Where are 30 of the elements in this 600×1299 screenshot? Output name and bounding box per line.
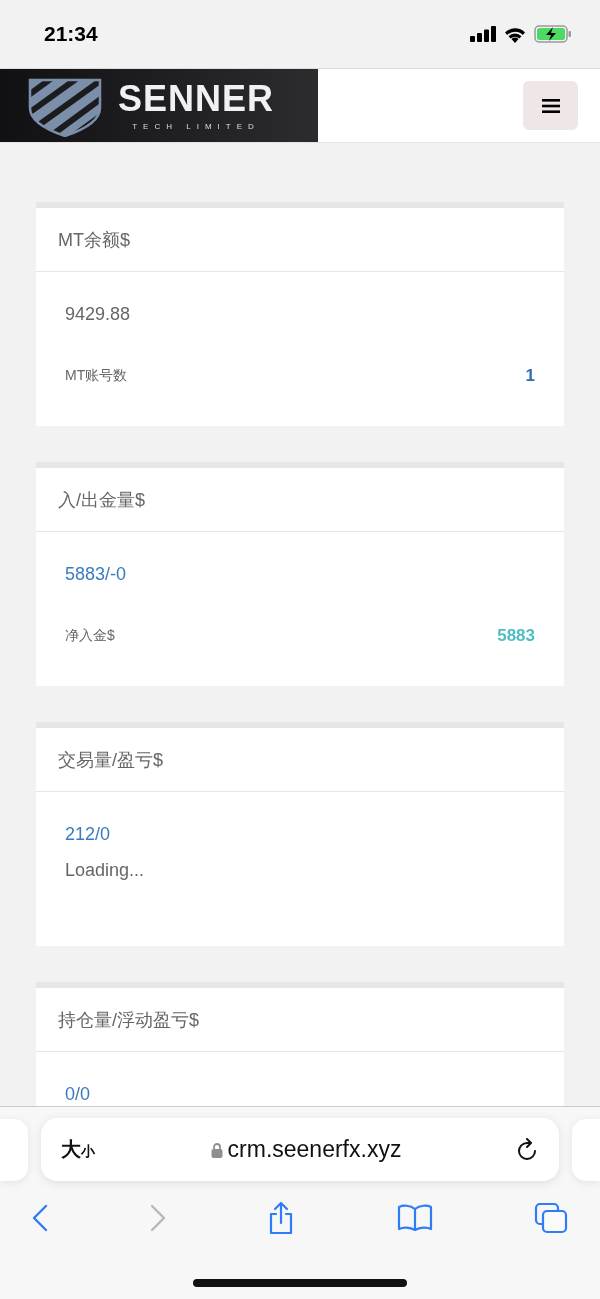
card-value: 0/0 <box>65 1083 91 1106</box>
stat-label: MT账号数 <box>65 367 128 385</box>
card-title: 入/出金量$ <box>58 488 145 512</box>
menu-icon <box>541 98 560 113</box>
stat-value: 5883 <box>497 626 535 646</box>
url-text: crm.seenerfx.xyz <box>227 1136 402 1163</box>
card-title: MT余额$ <box>58 228 130 252</box>
card-title: 交易量/盈亏$ <box>58 748 163 772</box>
card-title: 持仓量/浮动盈亏$ <box>58 1008 199 1032</box>
book-icon[interactable] <box>396 1204 433 1232</box>
card-value: 9429.88 <box>65 303 131 326</box>
menu-button[interactable] <box>523 81 578 130</box>
logo-tagline: TECH LIMITED <box>132 122 260 131</box>
card-value: 5883/-0 <box>65 563 127 586</box>
text-size-button[interactable]: 大小 <box>61 1136 95 1163</box>
wifi-icon <box>503 25 527 43</box>
loading-text: Loading... <box>65 860 145 881</box>
address-bar[interactable]: 大小 crm.seenerfx.xyz <box>41 1118 559 1181</box>
battery-charging-icon <box>534 25 572 43</box>
share-icon[interactable] <box>267 1201 295 1235</box>
signal-icon <box>470 26 496 42</box>
stat-label: 净入金$ <box>65 627 115 645</box>
lock-icon <box>210 1141 223 1158</box>
reload-icon[interactable] <box>517 1137 539 1162</box>
tabs-icon[interactable] <box>534 1202 568 1234</box>
status-time: 21:34 <box>44 22 98 46</box>
back-icon[interactable] <box>32 1204 48 1232</box>
card-value: 212/0 <box>65 823 111 846</box>
logo-name: SENNER <box>118 80 275 118</box>
stat-value: 1 <box>525 366 535 386</box>
